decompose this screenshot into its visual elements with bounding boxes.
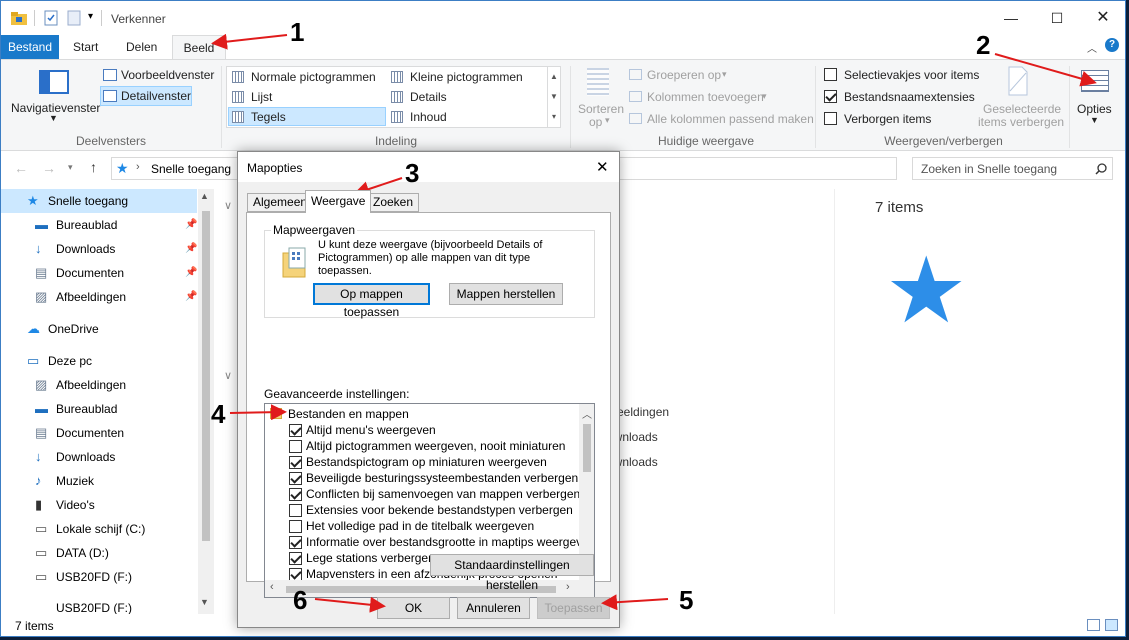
annotation-1: 1	[290, 17, 305, 47]
tab-weergave[interactable]: Weergave	[305, 190, 372, 213]
annotation-2: 2	[976, 30, 991, 60]
arrow-6	[314, 596, 386, 613]
annotation-6: 6	[293, 585, 308, 615]
arrow-2	[994, 53, 1097, 87]
annotation-3: 3	[405, 158, 420, 188]
arrow-5	[601, 594, 669, 611]
annotation-4: 4	[211, 399, 226, 429]
arrow-1	[211, 33, 288, 50]
arrow-4	[229, 404, 287, 421]
annotation-arrows	[211, 33, 1097, 613]
annotation-5: 5	[679, 585, 694, 615]
